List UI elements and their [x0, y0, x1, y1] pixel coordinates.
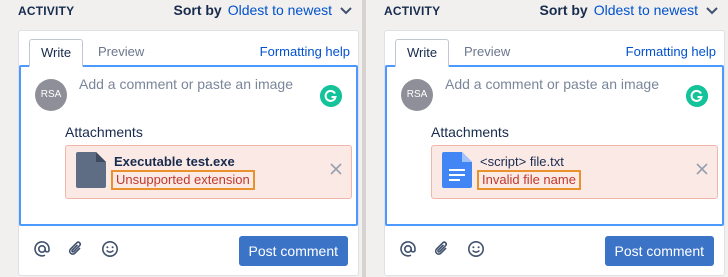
comment-box: Write Preview Formatting help RSA Add a … [384, 30, 725, 276]
tab-preview[interactable]: Preview [87, 39, 155, 65]
attachments-label: Attachments [431, 124, 509, 140]
formatting-help-link[interactable]: Formatting help [260, 44, 350, 59]
tab-write[interactable]: Write [395, 39, 450, 67]
grammarly-icon[interactable] [320, 85, 342, 107]
sort-label: Sort by [539, 2, 588, 18]
comment-editor[interactable]: RSA Add a comment or paste an image Atta… [385, 65, 724, 226]
close-icon[interactable] [329, 162, 343, 176]
sort-control[interactable]: Sort by Oldest to newest [539, 2, 720, 18]
comment-editor[interactable]: RSA Add a comment or paste an image Atta… [19, 65, 358, 226]
mention-icon[interactable] [33, 240, 51, 258]
attachment-error: Unsupported extension [111, 170, 255, 190]
attachment-card: <script> file.txt Invalid file name [431, 145, 718, 199]
avatar: RSA [35, 79, 67, 111]
comment-toolbar: Post comment [385, 228, 724, 268]
activity-title: ACTIVITY [18, 4, 75, 18]
formatting-help-link[interactable]: Formatting help [626, 44, 716, 59]
mention-icon[interactable] [399, 240, 417, 258]
chevron-down-icon[interactable] [704, 2, 720, 18]
sort-control[interactable]: Sort by Oldest to newest [173, 2, 354, 18]
emoji-icon[interactable] [101, 240, 119, 258]
activity-panel-left: ACTIVITY Sort by Oldest to newest Write … [0, 0, 362, 277]
generic-file-icon [76, 152, 106, 188]
activity-header: ACTIVITY Sort by Oldest to newest [18, 0, 354, 24]
activity-header: ACTIVITY Sort by Oldest to newest [384, 0, 720, 24]
post-comment-button[interactable]: Post comment [238, 236, 348, 266]
comment-box: Write Preview Formatting help RSA Add a … [18, 30, 359, 276]
sort-label: Sort by [173, 2, 222, 18]
attachment-file-name: Executable test.exe [114, 154, 235, 169]
attach-icon[interactable] [67, 240, 85, 258]
comment-placeholder[interactable]: Add a comment or paste an image [79, 76, 293, 92]
attachment-card: Executable test.exe Unsupported extensio… [65, 145, 352, 199]
chevron-down-icon[interactable] [338, 2, 354, 18]
document-file-icon [442, 152, 472, 188]
attach-icon[interactable] [433, 240, 451, 258]
close-icon[interactable] [695, 162, 709, 176]
emoji-icon[interactable] [467, 240, 485, 258]
sort-value[interactable]: Oldest to newest [228, 2, 332, 18]
tab-write[interactable]: Write [29, 39, 84, 67]
activity-panel-right: ACTIVITY Sort by Oldest to newest Write … [366, 0, 728, 277]
attachments-label: Attachments [65, 124, 143, 140]
comment-placeholder[interactable]: Add a comment or paste an image [445, 76, 659, 92]
comment-toolbar: Post comment [19, 228, 358, 268]
sort-value[interactable]: Oldest to newest [594, 2, 698, 18]
attachment-file-name: <script> file.txt [480, 154, 564, 169]
editor-tabs: Write Preview Formatting help [395, 39, 718, 67]
tab-preview[interactable]: Preview [453, 39, 521, 65]
avatar: RSA [401, 79, 433, 111]
grammarly-icon[interactable] [686, 85, 708, 107]
attachment-error: Invalid file name [477, 170, 581, 190]
editor-tabs: Write Preview Formatting help [29, 39, 352, 67]
activity-title: ACTIVITY [384, 4, 441, 18]
post-comment-button[interactable]: Post comment [604, 236, 714, 266]
